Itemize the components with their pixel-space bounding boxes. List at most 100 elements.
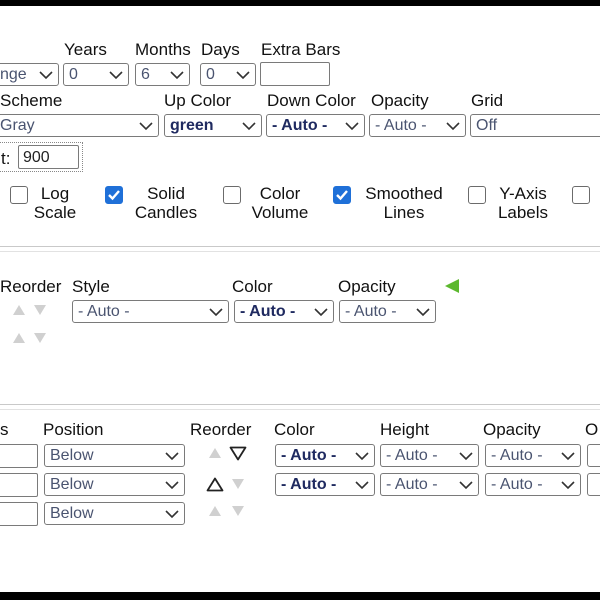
chevron-down-icon: [165, 510, 179, 519]
years-select-value: 0: [69, 66, 78, 83]
opacity-select-value: - Auto -: [375, 117, 427, 134]
indicator-color-select[interactable]: - Auto -: [275, 473, 375, 496]
indicator-param-input[interactable]: [0, 444, 38, 468]
grid-select-value: Off: [476, 117, 498, 134]
chevron-down-icon: [314, 308, 328, 317]
months-select[interactable]: 6: [135, 63, 190, 86]
indicator-height-select[interactable]: - Auto -: [380, 473, 479, 496]
chevron-down-icon: [39, 71, 53, 80]
chevron-down-icon: [561, 452, 575, 461]
indicator-params-header: s: [0, 420, 9, 439]
indicator-param-input[interactable]: [0, 502, 38, 526]
section-divider: [0, 409, 600, 410]
collapse-arrow-icon[interactable]: [443, 278, 461, 294]
log-scale-checkbox[interactable]: [10, 186, 28, 204]
move-down-icon: [232, 479, 244, 489]
move-down-icon[interactable]: [229, 446, 247, 461]
solid-candles-label: Solid Candles: [134, 184, 198, 222]
chevron-down-icon: [236, 71, 250, 80]
color-volume-checkbox[interactable]: [223, 186, 241, 204]
overlay-color-header: Color: [232, 277, 273, 296]
chevron-down-icon: [209, 308, 223, 317]
scheme-select-value: Gray: [0, 117, 35, 134]
indicator-position-value: Below: [50, 447, 94, 464]
chevron-down-icon: [345, 122, 359, 131]
chart-settings-panel: Years Months Days Extra Bars nge 0 6 0 S…: [0, 6, 600, 592]
move-down-icon: [232, 506, 244, 516]
scheme-label: Scheme: [0, 91, 63, 110]
months-label: Months: [135, 40, 191, 59]
overlay-color-value: - Auto -: [240, 303, 296, 320]
overlay-style-select[interactable]: - Auto -: [72, 300, 229, 323]
indicator-position-value: Below: [50, 505, 94, 522]
indicator-height-header: Height: [380, 420, 430, 439]
years-label: Years: [64, 40, 107, 59]
range-select-value: nge: [0, 66, 27, 83]
move-up-icon[interactable]: [206, 477, 224, 492]
move-up-icon: [209, 506, 221, 516]
section-divider: [0, 246, 600, 247]
down-color-select-value: - Auto -: [272, 117, 328, 134]
indicator-position-select[interactable]: Below: [44, 444, 185, 467]
solid-candles-checkbox[interactable]: [105, 186, 123, 204]
indicator-color-select[interactable]: - Auto -: [275, 444, 375, 467]
chevron-down-icon: [170, 71, 184, 80]
days-select[interactable]: 0: [200, 63, 256, 86]
chevron-down-icon: [139, 122, 153, 131]
chevron-down-icon: [355, 452, 369, 461]
grid-select[interactable]: Off: [470, 114, 600, 137]
scheme-select[interactable]: Gray: [0, 114, 159, 137]
opacity-label: Opacity: [371, 91, 429, 110]
days-label: Days: [201, 40, 240, 59]
checkmark-icon: [336, 190, 348, 201]
indicator-height-select[interactable]: - Auto -: [380, 444, 479, 467]
indicator-color-header: Color: [274, 420, 315, 439]
move-up-icon: [209, 448, 221, 458]
indicator-opacity-select[interactable]: - Auto -: [485, 444, 581, 467]
chevron-down-icon: [416, 308, 430, 317]
overlay-color-select[interactable]: - Auto -: [234, 300, 334, 323]
extra-option-checkbox[interactable]: [572, 186, 590, 204]
height-input[interactable]: 900: [18, 145, 79, 169]
indicator-opacity-select[interactable]: - Auto -: [485, 473, 581, 496]
overlay-reorder-header: Reorder: [0, 277, 62, 296]
extra-bars-input[interactable]: [260, 62, 330, 86]
indicator-param-input[interactable]: [0, 473, 38, 497]
overlay-style-header: Style: [72, 277, 110, 296]
up-color-label: Up Color: [164, 91, 232, 110]
indicator-position-select[interactable]: Below: [44, 473, 185, 496]
down-color-select[interactable]: - Auto -: [266, 114, 365, 137]
y-axis-labels-label: Y-Axis Labels: [497, 184, 549, 222]
overlay-opacity-value: - Auto -: [345, 303, 397, 320]
log-scale-label: Log Scale: [33, 184, 77, 222]
years-select[interactable]: 0: [63, 63, 129, 86]
smoothed-lines-checkbox[interactable]: [333, 186, 351, 204]
chevron-down-icon: [109, 71, 123, 80]
overlay-opacity-select[interactable]: - Auto -: [339, 300, 436, 323]
section-divider: [0, 251, 600, 252]
smoothed-lines-label: Smoothed Lines: [365, 184, 443, 222]
down-color-label: Down Color: [267, 91, 356, 110]
overlay-style-value: - Auto -: [78, 303, 130, 320]
indicator-position-select[interactable]: Below: [44, 502, 185, 525]
move-down-icon: [34, 305, 46, 315]
indicator-other-select[interactable]: [587, 473, 600, 496]
opacity-select[interactable]: - Auto -: [369, 114, 466, 137]
chevron-down-icon: [165, 452, 179, 461]
y-axis-labels-checkbox[interactable]: [468, 186, 486, 204]
indicator-color-value: - Auto -: [281, 447, 337, 464]
months-select-value: 6: [141, 66, 150, 83]
range-select[interactable]: nge: [0, 63, 59, 86]
indicator-other-select[interactable]: [587, 444, 600, 467]
section-divider: [0, 404, 600, 405]
indicator-position-value: Below: [50, 476, 94, 493]
indicator-height-value: - Auto -: [386, 476, 438, 493]
overlay-opacity-header: Opacity: [338, 277, 396, 296]
chevron-down-icon: [446, 122, 460, 131]
indicator-other-header: O: [585, 420, 599, 439]
indicator-opacity-value: - Auto -: [491, 476, 543, 493]
indicator-height-value: - Auto -: [386, 447, 438, 464]
up-color-select[interactable]: green: [164, 114, 262, 137]
grid-label: Grid: [471, 91, 504, 110]
chevron-down-icon: [165, 481, 179, 490]
